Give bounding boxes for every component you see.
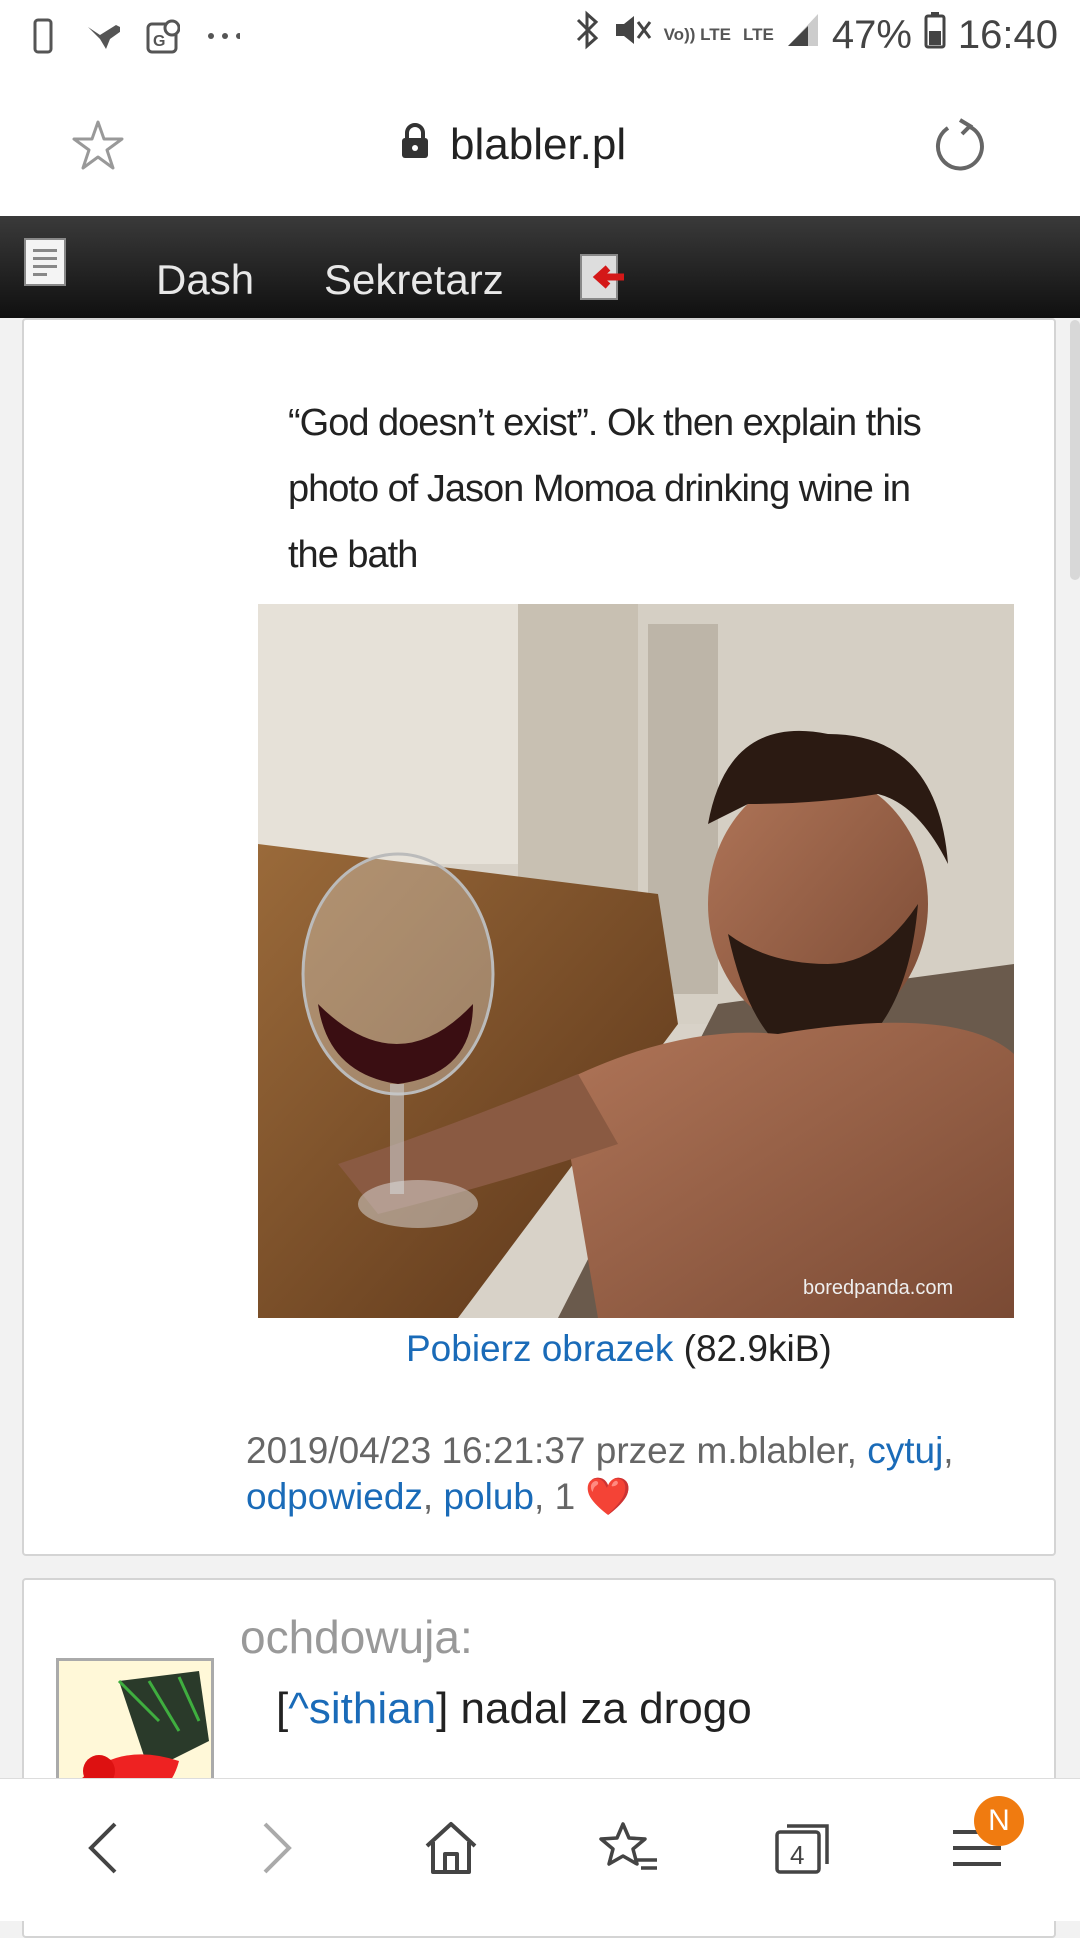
comment-author[interactable]: ochdowuja: [240, 1610, 473, 1664]
bluetooth-icon [574, 10, 600, 60]
nav-sekretarz[interactable]: Sekretarz [324, 256, 504, 304]
volte-indicator: Vo)) LTE [663, 25, 731, 44]
bookmark-star-icon[interactable] [70, 118, 126, 174]
back-icon[interactable] [68, 1813, 138, 1883]
post-timestamp-author: 2019/04/23 16:21:37 przez m.blabler, [246, 1430, 857, 1471]
reload-icon[interactable] [930, 116, 990, 176]
reply-link[interactable]: odpowiedz [246, 1476, 423, 1517]
site-navigation: Dash Sekretarz [0, 216, 1080, 318]
forward-icon[interactable] [242, 1813, 312, 1883]
tabs-icon[interactable]: 4 [768, 1813, 838, 1883]
heart-icon: ❤️ [585, 1476, 632, 1517]
like-link[interactable]: polub [443, 1476, 534, 1517]
lock-icon [400, 120, 430, 170]
more-dots-icon [206, 14, 240, 58]
network-type: LTE [742, 25, 774, 44]
signal-icon [786, 12, 820, 58]
bird-icon [86, 14, 120, 58]
meme-caption: “God doesn’t exist”. Ok then explain thi… [288, 402, 922, 576]
likes-count: 1 [554, 1476, 576, 1517]
notification-badge: N [974, 1796, 1024, 1846]
battery-icon [924, 11, 946, 59]
url-text: blabler.pl [450, 120, 627, 169]
mute-icon [612, 10, 652, 60]
logout-icon[interactable] [578, 252, 628, 302]
download-row: Pobierz obrazek (82.9kiB) [406, 1328, 832, 1370]
clock: 16:40 [957, 12, 1058, 57]
post-meta: 2019/04/23 16:21:37 przez m.blabler, cyt… [246, 1430, 954, 1517]
menu-document-icon[interactable] [24, 238, 66, 286]
nav-dash[interactable]: Dash [156, 256, 254, 304]
cite-link[interactable]: cytuj [867, 1430, 943, 1471]
comment-text: nadal za drogo [460, 1684, 752, 1733]
tabs-count: 4 [790, 1840, 804, 1870]
battery-percent: 47% [831, 12, 912, 57]
svg-text:G: G [153, 33, 165, 50]
page-scrollbar[interactable] [1070, 320, 1080, 580]
url-display[interactable]: blabler.pl [400, 120, 626, 170]
watermark: boredpanda.com [803, 1277, 953, 1299]
download-image-link[interactable]: Pobierz obrazek [406, 1328, 673, 1369]
browser-address-bar: blabler.pl [0, 76, 1080, 216]
browser-bottom-bar: 4 [0, 1778, 1080, 1921]
download-size: (82.9kiB) [683, 1328, 832, 1369]
comment-body: [^sithian] nadal za drogo [276, 1684, 752, 1733]
bookmarks-icon[interactable] [594, 1813, 664, 1883]
maps-icon: G [146, 14, 180, 58]
phone-outline-icon [26, 14, 60, 58]
mention-link[interactable]: ^sithian [288, 1684, 436, 1733]
status-bar: G Vo)) LTE LTE 47% 16:40 [0, 0, 1080, 76]
home-icon[interactable] [416, 1813, 486, 1883]
post-image[interactable]: boredpanda.com [258, 604, 1014, 1318]
